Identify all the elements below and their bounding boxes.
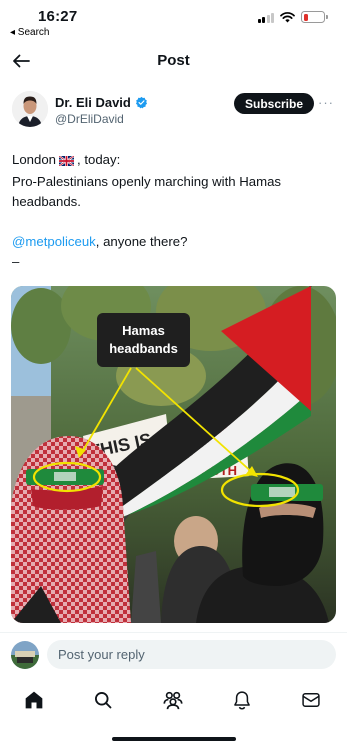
author-name[interactable]: Dr. Eli David	[55, 95, 131, 110]
callout-line-1: Hamas	[122, 323, 165, 338]
messages-icon	[302, 693, 320, 707]
tab-communities[interactable]	[158, 685, 188, 715]
post-image[interactable]: THIS IS NOT CRIMS AMERICA EXPOSE TRUTH	[11, 286, 336, 623]
post-line-3: headbands.	[12, 194, 81, 209]
status-icons	[257, 11, 328, 23]
communities-icon	[163, 691, 183, 710]
post-line-2: Pro-Palestinians openly marching with Ha…	[12, 174, 281, 189]
subscribe-button[interactable]: Subscribe	[234, 93, 314, 114]
post-line-5: –	[12, 254, 20, 269]
author-avatar[interactable]	[12, 91, 48, 127]
tab-search[interactable]	[88, 685, 118, 715]
author-name-row[interactable]: Dr. Eli David	[55, 95, 148, 110]
home-icon	[25, 691, 43, 709]
post-author: Dr. Eli David @DrEliDavid Subscribe ···	[0, 90, 347, 134]
post-text-today: , today:	[77, 152, 121, 167]
battery-icon	[301, 11, 328, 23]
search-icon	[95, 692, 112, 709]
tab-home[interactable]	[19, 685, 49, 715]
reply-avatar-image	[11, 641, 39, 669]
cellular-signal-icon	[257, 12, 274, 23]
home-indicator	[112, 737, 236, 741]
post-line-4: @metpoliceuk, anyone there?	[12, 232, 332, 252]
wifi-icon	[280, 11, 295, 22]
divider	[0, 632, 347, 633]
post-text-question: , anyone there?	[95, 234, 188, 249]
post-text: London , today: Pro-Palestinians openly m…	[12, 150, 332, 272]
notifications-icon	[234, 691, 250, 710]
tab-messages[interactable]	[296, 685, 326, 715]
battery-level	[303, 13, 308, 21]
reply-avatar[interactable]	[11, 641, 39, 669]
status-bar: 16:27 ◂ Search	[0, 0, 347, 42]
uk-flag-icon	[58, 152, 75, 172]
reply-input[interactable]: Post your reply	[47, 640, 336, 669]
post-line-1: London , today:	[12, 150, 332, 172]
author-handle[interactable]: @DrEliDavid	[55, 112, 124, 126]
post-line-blank	[12, 212, 332, 232]
back-to-search-link[interactable]: ◂ Search	[10, 27, 49, 38]
image-callout-label: Hamas headbands	[97, 313, 190, 367]
callout-line-2: headbands	[109, 341, 178, 356]
more-options-icon[interactable]: ···	[318, 95, 334, 110]
verified-badge-icon	[135, 96, 147, 109]
mention-link[interactable]: @metpoliceuk	[12, 234, 96, 249]
tab-notifications[interactable]	[227, 685, 257, 715]
avatar-image	[12, 91, 48, 127]
bottom-tab-bar	[0, 683, 347, 717]
post-header: Post	[0, 44, 347, 78]
page-title: Post	[157, 52, 190, 69]
status-time: 16:27	[38, 8, 78, 25]
post-text-london: London	[12, 152, 57, 167]
